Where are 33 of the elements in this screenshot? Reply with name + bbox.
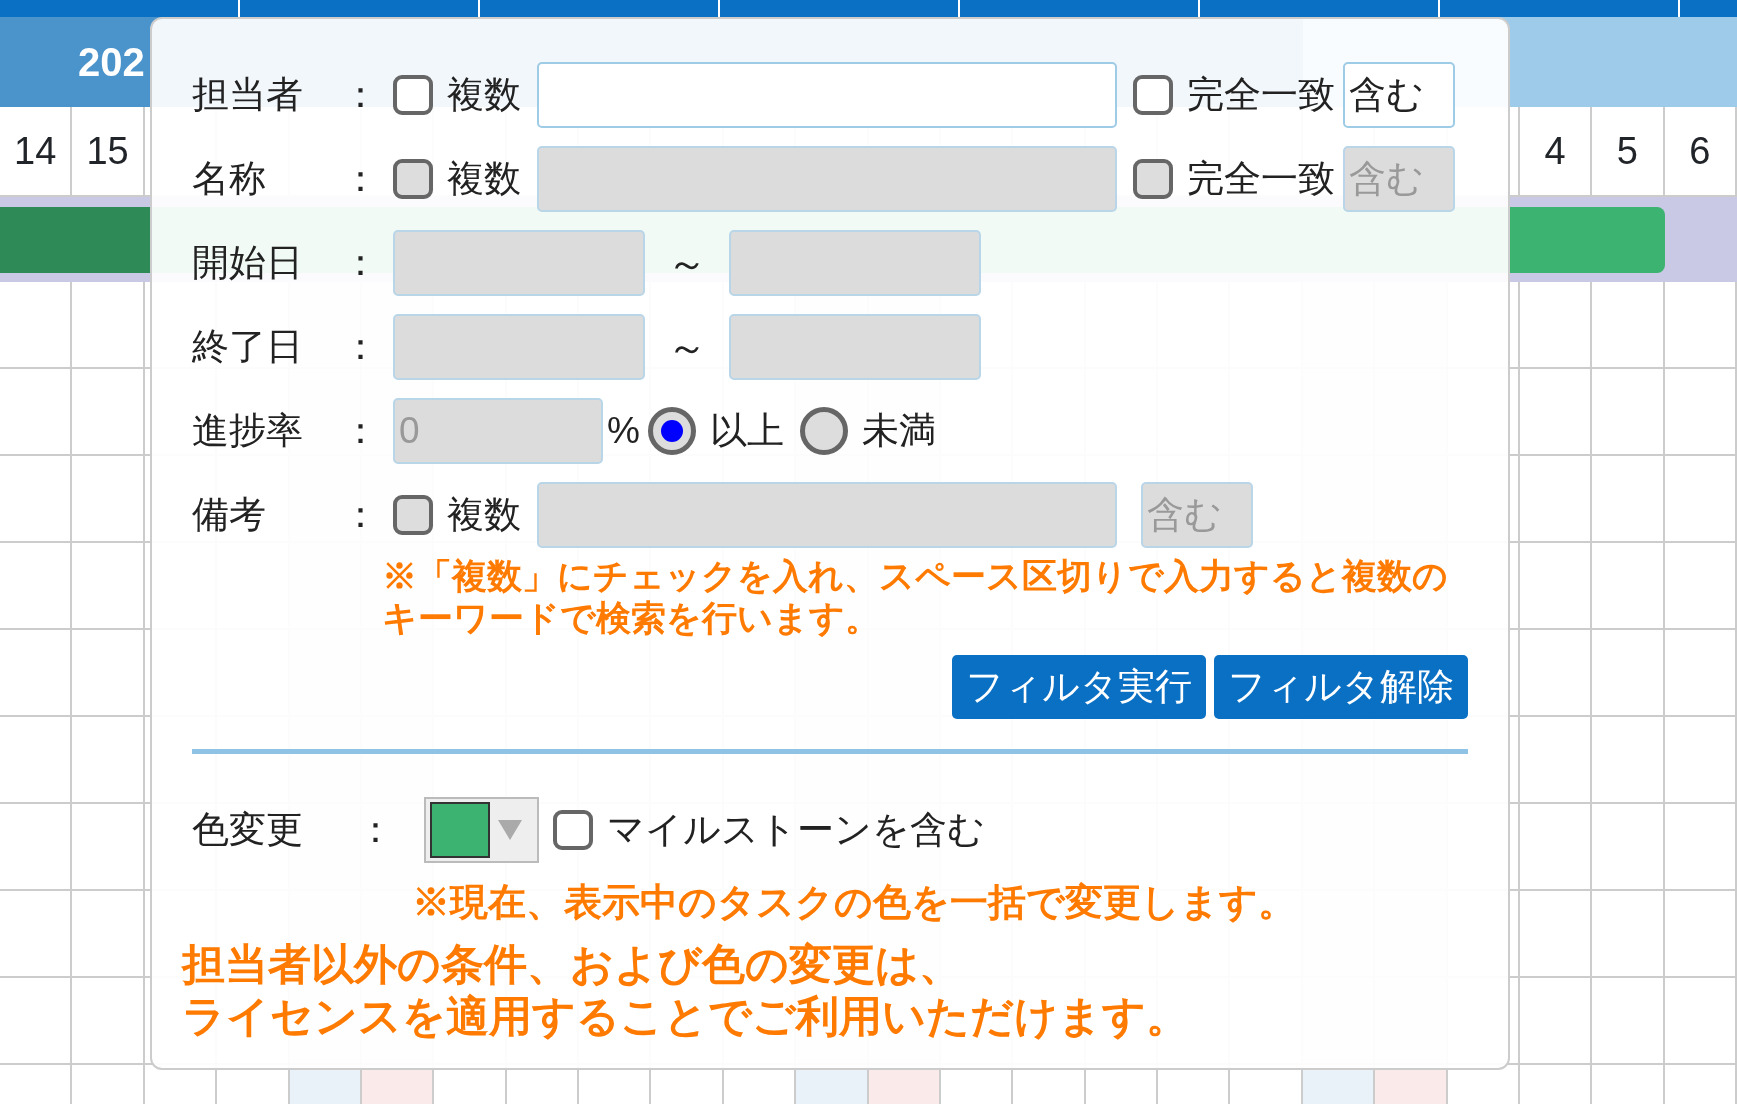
multiple-checkbox[interactable]	[393, 75, 433, 115]
percent-unit: %	[607, 409, 640, 454]
filter-button[interactable]: フィルタ実行	[952, 655, 1206, 719]
field-label: 終了日	[192, 325, 304, 370]
colon: ：	[357, 807, 394, 852]
range-tilde: ～	[667, 324, 707, 371]
license-note: 担当者以外の条件、および色の変更は、 ライセンスを適用することでご利用いただけます。	[182, 939, 1190, 1042]
match-field[interactable]: 含む	[1343, 62, 1455, 128]
field-label: 名称	[192, 157, 267, 202]
checkbox-label: 完全一致	[1187, 157, 1335, 202]
colon: ：	[342, 241, 379, 286]
colon: ：	[342, 409, 379, 454]
field-label: 色変更	[192, 807, 304, 852]
radio-label: 未満	[861, 409, 936, 454]
exact-match-checkbox[interactable]	[1133, 75, 1173, 115]
milestone-checkbox[interactable]	[553, 809, 593, 850]
field-label: 進捗率	[192, 409, 304, 454]
range-tilde: ～	[667, 240, 707, 287]
radio-label: 以上	[709, 409, 784, 454]
filter-button[interactable]: フィルタ解除	[1214, 655, 1468, 719]
field-label: 備考	[192, 493, 267, 538]
checkbox-label: 複数	[447, 157, 521, 202]
search-hint: ※「複数」にチェックを入れ、スペース区切りで入力すると複数のキーワードで検索を行います。	[382, 555, 1449, 639]
checkbox-label: 複数	[447, 493, 521, 538]
colon: ：	[342, 493, 379, 538]
color-change-hint: ※現在、表示中のタスクの色を一括で変更します。	[412, 879, 1297, 925]
caret-icon	[498, 819, 522, 840]
colon: ：	[342, 157, 379, 202]
field-label: 開始日	[192, 241, 304, 286]
colon: ：	[342, 325, 379, 370]
checkbox-label: マイルストーンを含む	[607, 807, 985, 852]
text-field[interactable]	[537, 62, 1117, 128]
color-dropdown[interactable]	[424, 796, 539, 863]
